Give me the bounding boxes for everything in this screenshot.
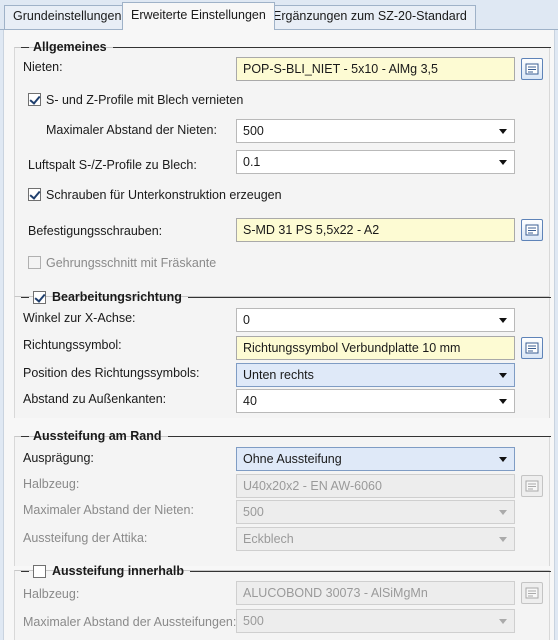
halbzeug-innen-catalog-button[interactable] (521, 582, 543, 604)
group-bearbeitungsrichtung: Bearbeitungsrichtung Winkel zur X-Achse:… (14, 290, 551, 418)
catalog-browse-icon (525, 63, 539, 75)
chevron-down-icon (499, 160, 507, 165)
auspraegung-dropdown[interactable]: Ohne Aussteifung (236, 447, 515, 471)
max-abstand-aussteifungen-value: 500 (243, 614, 264, 628)
sz-profile-checkbox[interactable] (28, 93, 41, 106)
chevron-down-icon (499, 510, 507, 515)
group-title-aussteifung-innerhalb: Aussteifung innerhalb (52, 564, 184, 578)
tab-bar: Grundeinstellungen Erweiterte Einstellun… (0, 0, 558, 30)
winkel-dropdown[interactable]: 0 (236, 308, 515, 332)
gehrung-label: Gehrungsschnitt mit Fräskante (46, 256, 217, 270)
group-allgemeines: Allgemeines Nieten: POP-S-BLI_NIET - 5x1… (14, 40, 551, 305)
befestigung-field[interactable]: S-MD 31 PS 5,5x22 - A2 (236, 218, 515, 242)
catalog-browse-icon (525, 480, 539, 492)
group-title-aussteifung-rand: Aussteifung am Rand (33, 429, 162, 443)
position-dropdown[interactable]: Unten rechts (236, 363, 515, 387)
chevron-down-icon (499, 457, 507, 462)
abstand-aussenkanten-value: 40 (243, 394, 257, 408)
nieten-field[interactable]: POP-S-BLI_NIET - 5x10 - AlMg 3,5 (236, 57, 515, 81)
abstand-aussenkanten-label: Abstand zu Außenkanten: (23, 392, 167, 406)
bearbeitungsrichtung-checkbox[interactable] (33, 290, 46, 304)
richtungssymbol-field[interactable]: Richtungssymbol Verbundplatte 10 mm (236, 336, 515, 360)
befestigung-catalog-button[interactable] (521, 219, 543, 241)
catalog-browse-icon (525, 224, 539, 236)
group-title-allgemeines: Allgemeines (33, 40, 107, 54)
max-abstand-rand-dropdown[interactable]: 500 (236, 500, 515, 524)
tab-erweiterte-einstellungen[interactable]: Erweiterte Einstellungen (122, 2, 275, 30)
halbzeug-innen-label: Halbzeug: (23, 587, 80, 601)
winkel-value: 0 (243, 313, 250, 327)
position-value: Unten rechts (243, 368, 314, 382)
group-aussteifung-rand: Aussteifung am Rand Ausprägung: Ohne Aus… (14, 429, 551, 566)
chevron-down-icon (499, 318, 507, 323)
max-abstand-nieten-value: 500 (243, 124, 264, 138)
attika-label: Aussteifung der Attika: (23, 531, 148, 545)
group-aussteifung-innerhalb: Aussteifung innerhalb Halbzeug: ALUCOBON… (14, 564, 551, 640)
gehrung-checkbox[interactable] (28, 256, 41, 269)
max-abstand-rand-value: 500 (243, 505, 264, 519)
abstand-aussenkanten-dropdown[interactable]: 40 (236, 389, 515, 413)
attika-dropdown[interactable]: Eckblech (236, 527, 515, 551)
halbzeug-innen-field[interactable]: ALUCOBOND 30073 - AlSiMgMn (236, 581, 515, 605)
nieten-label: Nieten: (23, 60, 63, 74)
schrauben-checkbox[interactable] (28, 188, 41, 201)
tab-ergaenzungen-sz20[interactable]: Ergänzungen zum SZ-20-Standard (264, 5, 476, 29)
nieten-catalog-button[interactable] (521, 58, 543, 80)
group-title-bearbeitungsrichtung: Bearbeitungsrichtung (52, 290, 182, 304)
max-abstand-nieten-label: Maximaler Abstand der Nieten: (46, 123, 217, 137)
chevron-down-icon (499, 399, 507, 404)
auspraegung-value: Ohne Aussteifung (243, 452, 342, 466)
catalog-browse-icon (525, 587, 539, 599)
attika-value: Eckblech (243, 532, 294, 546)
max-abstand-nieten-dropdown[interactable]: 500 (236, 119, 515, 143)
chevron-down-icon (499, 129, 507, 134)
richtungssymbol-label: Richtungssymbol: (23, 338, 122, 352)
aussteifung-innerhalb-checkbox[interactable] (33, 564, 46, 578)
max-abstand-aussteifungen-dropdown[interactable]: 500 (236, 609, 515, 633)
luftspalt-value: 0.1 (243, 155, 261, 169)
max-abstand-rand-label: Maximaler Abstand der Nieten: (23, 503, 194, 517)
luftspalt-label: Luftspalt S-/Z-Profile zu Blech: (28, 158, 197, 172)
auspraegung-label: Ausprägung: (23, 451, 94, 465)
chevron-down-icon (499, 537, 507, 542)
luftspalt-dropdown[interactable]: 0.1 (236, 150, 515, 174)
richtungssymbol-catalog-button[interactable] (521, 337, 543, 359)
sz-profile-label: S- und Z-Profile mit Blech vernieten (46, 93, 244, 107)
halbzeug-rand-field[interactable]: U40x20x2 - EN AW-6060 (236, 474, 515, 498)
halbzeug-rand-label: Halbzeug: (23, 477, 80, 491)
halbzeug-rand-catalog-button[interactable] (521, 475, 543, 497)
chevron-down-icon (499, 373, 507, 378)
max-abstand-aussteifungen-label: Maximaler Abstand der Aussteifungen: (23, 615, 237, 629)
position-label: Position des Richtungssymbols: (23, 366, 200, 380)
tab-grundeinstellungen[interactable]: Grundeinstellungen (4, 5, 131, 29)
winkel-label: Winkel zur X-Achse: (23, 311, 136, 325)
befestigung-label: Befestigungsschrauben: (28, 224, 163, 238)
catalog-browse-icon (525, 342, 539, 354)
chevron-down-icon (499, 619, 507, 624)
schrauben-label: Schrauben für Unterkonstruktion erzeugen (46, 188, 282, 202)
settings-panel: Allgemeines Nieten: POP-S-BLI_NIET - 5x1… (3, 30, 555, 640)
